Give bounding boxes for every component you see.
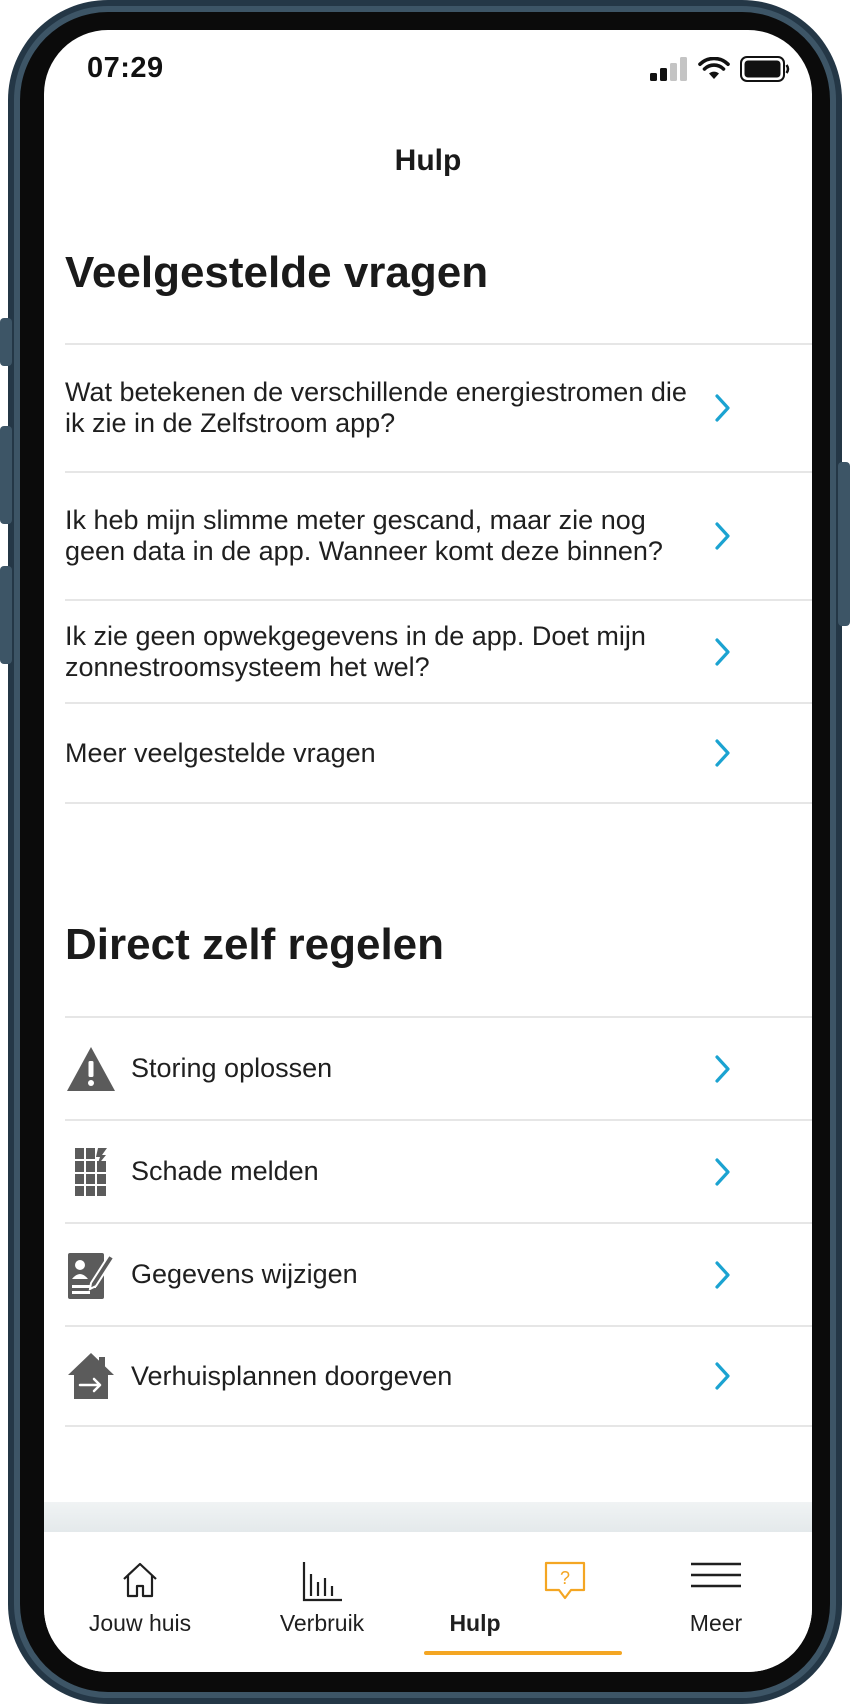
- status-time: 07:29: [87, 52, 164, 84]
- status-bar: 07:29: [44, 30, 812, 110]
- chevron-right-icon: [715, 1260, 730, 1289]
- self-service-item-verhuis[interactable]: Verhuisplannen doorgeven: [65, 1325, 812, 1427]
- self-service-list: Storing oplossen Schade melden Gegevens …: [65, 1016, 812, 1427]
- phone-volume-down: [0, 566, 12, 664]
- page-title: Hulp: [394, 144, 462, 177]
- faq-list: Wat betekenen de verschillende energiest…: [65, 343, 812, 804]
- app-screen: 07:29 Hulp Veelgestelde vragen Wat betek…: [44, 30, 812, 1672]
- faq-item-energy-flows[interactable]: Wat betekenen de verschillende energiest…: [65, 343, 812, 471]
- self-service-item-gegevens[interactable]: Gegevens wijzigen: [65, 1222, 812, 1325]
- self-service-item-label: Schade melden: [131, 1156, 319, 1186]
- chevron-right-icon: [715, 1362, 730, 1390]
- faq-item-label: Ik heb mijn slimme meter gescand, maar z…: [65, 505, 663, 566]
- tab-label: Meer: [689, 1610, 743, 1636]
- status-icons: [650, 54, 790, 84]
- chevron-right-icon: [715, 394, 730, 422]
- menu-icon: [691, 1562, 741, 1588]
- faq-item-label: Wat betekenen de verschillende energiest…: [65, 377, 687, 438]
- chevron-right-icon: [715, 1054, 730, 1083]
- self-service-item-storing[interactable]: Storing oplossen: [65, 1016, 812, 1119]
- faq-section-title: Veelgestelde vragen: [65, 248, 489, 297]
- phone-volume-up: [0, 426, 12, 524]
- phone-power-button: [838, 462, 850, 626]
- chevron-right-icon: [715, 739, 730, 767]
- self-service-item-label: Verhuisplannen doorgeven: [131, 1360, 453, 1391]
- cellular-signal-icon: [650, 57, 687, 81]
- chevron-right-icon: [715, 1157, 730, 1186]
- tab-meer[interactable]: Meer: [620, 1532, 812, 1672]
- faq-item-label: Meer veelgestelde vragen: [65, 737, 376, 768]
- broken-panel-icon: [65, 1146, 117, 1198]
- house-move-icon: [65, 1350, 117, 1402]
- faq-item-more[interactable]: Meer veelgestelde vragen: [65, 702, 812, 804]
- tab-verbruik[interactable]: Verbruik: [226, 1532, 418, 1672]
- chevron-right-icon: [715, 522, 730, 550]
- tab-bar-divider: [44, 1502, 812, 1532]
- edit-profile-icon: [65, 1249, 117, 1301]
- chevron-right-icon: [715, 637, 730, 666]
- tab-label: Jouw huis: [88, 1610, 192, 1636]
- tab-jouw-huis[interactable]: Jouw huis: [44, 1532, 236, 1672]
- house-icon: [123, 1562, 157, 1598]
- active-tab-indicator: [424, 1651, 622, 1655]
- self-service-section-title: Direct zelf regelen: [65, 920, 445, 969]
- phone-side-button: [0, 318, 12, 366]
- faq-item-label: Ik zie geen opwekgegevens in de app. Doe…: [65, 620, 646, 682]
- faq-item-solar-data[interactable]: Ik zie geen opwekgegevens in de app. Doe…: [65, 599, 812, 702]
- tab-label: Hulp: [449, 1610, 501, 1636]
- self-service-item-label: Gegevens wijzigen: [131, 1259, 358, 1289]
- tab-bar: Jouw huis Verbruik ? Hulp Meer: [44, 1532, 812, 1672]
- warning-icon: [65, 1043, 117, 1095]
- help-bubble-icon: ?: [544, 1561, 586, 1600]
- self-service-item-schade[interactable]: Schade melden: [65, 1119, 812, 1222]
- battery-icon: [740, 56, 790, 82]
- bar-chart-icon: [302, 1562, 342, 1602]
- wifi-icon: [698, 57, 730, 79]
- self-service-item-label: Storing oplossen: [131, 1053, 333, 1083]
- svg-text:?: ?: [560, 1568, 570, 1588]
- faq-item-smart-meter[interactable]: Ik heb mijn slimme meter gescand, maar z…: [65, 471, 812, 599]
